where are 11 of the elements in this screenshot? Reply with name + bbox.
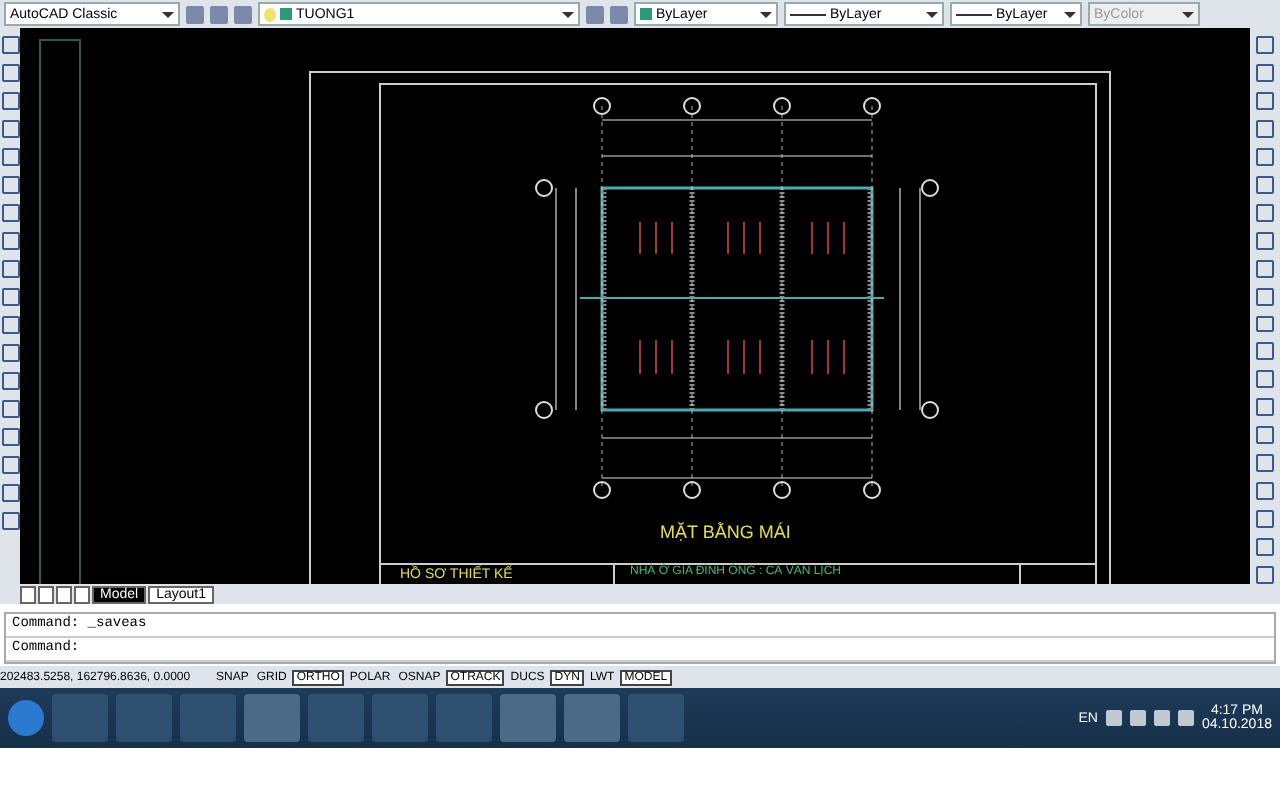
caret-icon	[562, 11, 574, 17]
caret-icon	[926, 11, 938, 17]
caret-icon	[760, 11, 772, 17]
bulb-icon	[264, 7, 276, 21]
drawing-title: MẶT BẰNG MÁI	[660, 522, 791, 542]
caret-icon	[1064, 11, 1076, 17]
color-square-icon	[640, 8, 652, 20]
color-square-icon	[280, 8, 292, 20]
caret-icon	[1182, 11, 1194, 17]
start-icon[interactable]	[8, 700, 44, 736]
caret-icon	[162, 11, 174, 17]
